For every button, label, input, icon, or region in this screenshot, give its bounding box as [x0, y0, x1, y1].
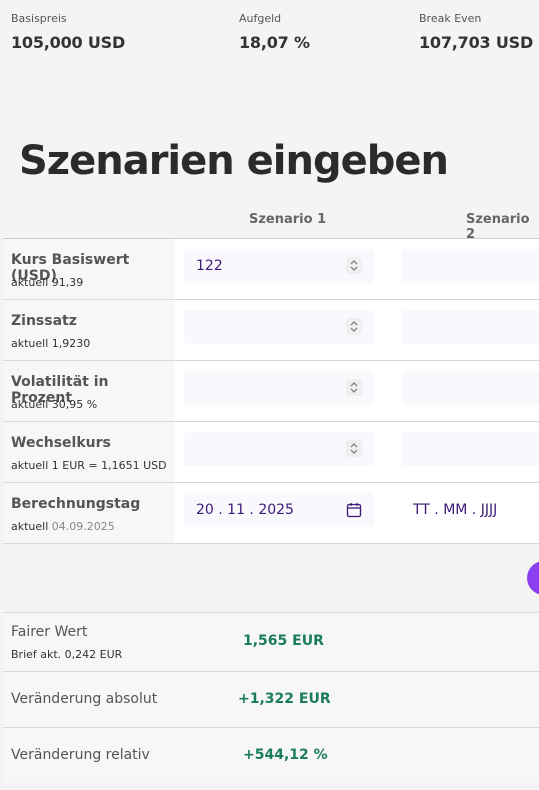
wechselkurs-scenario-1-input[interactable]	[184, 432, 374, 466]
berechnungstag-scenario-1-date-input[interactable]: 20 . 11 . 2025	[184, 493, 374, 527]
result-subtext: Brief akt. 0,242 EUR	[11, 648, 123, 661]
zinssatz-scenario-2-input[interactable]	[401, 310, 539, 344]
kurs-scenario-2-input[interactable]	[401, 249, 539, 283]
input-row-volatilitaet: Volatilität in Prozent aktuell 30,95 %	[3, 361, 539, 422]
stat-label: Aufgeld	[239, 12, 282, 25]
result-value: 1,565 EUR	[243, 633, 324, 649]
result-row-fairer-wert: Fairer Wert Brief akt. 0,242 EUR 1,565 E…	[3, 612, 539, 671]
result-label: Veränderung relativ	[11, 747, 150, 763]
row-label-cell: Kurs Basiswert (USD) aktuell 91,39	[3, 239, 174, 299]
stat-value: 18,07 %	[239, 33, 310, 52]
berechnungstag-scenario-2-date-input[interactable]: TT . MM . JJJJ	[401, 493, 539, 527]
row-current-value: aktuell 1,9230	[11, 337, 91, 350]
kurs-scenario-1-input[interactable]: 122	[184, 249, 374, 283]
stat-label: Break Even	[419, 12, 482, 25]
stat-break-even: Break Even 107,703 USD	[419, 12, 533, 52]
row-label: Zinssatz	[11, 313, 77, 329]
zinssatz-scenario-1-input[interactable]	[184, 310, 374, 344]
calendar-icon[interactable]	[346, 502, 362, 522]
spinner-arrows-icon[interactable]	[346, 440, 362, 457]
results-table: Fairer Wert Brief akt. 0,242 EUR 1,565 E…	[3, 612, 539, 783]
column-header-scenario-1: Szenario 1	[249, 212, 327, 227]
calculate-button[interactable]	[527, 561, 539, 595]
spinner-arrows-icon[interactable]	[346, 379, 362, 396]
wechselkurs-scenario-2-input[interactable]	[401, 432, 539, 466]
stat-value: 105,000 USD	[11, 33, 126, 52]
input-row-zinssatz: Zinssatz aktuell 1,9230	[3, 300, 539, 361]
stat-label: Basispreis	[11, 12, 67, 25]
result-value: +544,12 %	[243, 747, 328, 763]
spinner-arrows-icon[interactable]	[346, 318, 362, 335]
scenario-input-table: Kurs Basiswert (USD) aktuell 91,39 122 Z…	[3, 238, 539, 544]
input-row-kurs: Kurs Basiswert (USD) aktuell 91,39 122	[3, 239, 539, 300]
row-current-value: aktuell 91,39	[11, 276, 84, 289]
row-current-value: aktuell 30,95 %	[11, 398, 98, 411]
spinner-arrows-icon[interactable]	[346, 257, 362, 274]
stat-basispreis: Basispreis 105,000 USD	[11, 12, 125, 52]
result-label: Veränderung absolut	[11, 691, 158, 707]
result-label: Fairer Wert	[11, 624, 88, 640]
row-current-value: aktuell 04.09.2025	[11, 520, 115, 533]
summary-bar: Basispreis 105,000 USD Aufgeld 18,07 % B…	[0, 0, 539, 110]
section-title: Szenarien eingeben	[19, 138, 449, 184]
result-value: +1,322 EUR	[238, 691, 331, 707]
row-current-value: aktuell 1 EUR = 1,1651 USD	[11, 459, 167, 472]
result-row-veraenderung-absolut: Veränderung absolut +1,322 EUR	[3, 671, 539, 727]
row-label: Berechnungstag	[11, 496, 141, 512]
volatilitaet-scenario-1-input[interactable]	[184, 371, 374, 405]
input-row-berechnungstag: Berechnungstag aktuell 04.09.2025 20 . 1…	[3, 483, 539, 544]
volatilitaet-scenario-2-input[interactable]	[401, 371, 539, 405]
stat-value: 107,703 USD	[419, 33, 534, 52]
row-label: Wechselkurs	[11, 435, 111, 451]
stat-aufgeld: Aufgeld 18,07 %	[239, 12, 310, 52]
input-row-wechselkurs: Wechselkurs aktuell 1 EUR = 1,1651 USD	[3, 422, 539, 483]
result-row-veraenderung-relativ: Veränderung relativ +544,12 %	[3, 727, 539, 783]
input-value: 122	[196, 258, 223, 274]
